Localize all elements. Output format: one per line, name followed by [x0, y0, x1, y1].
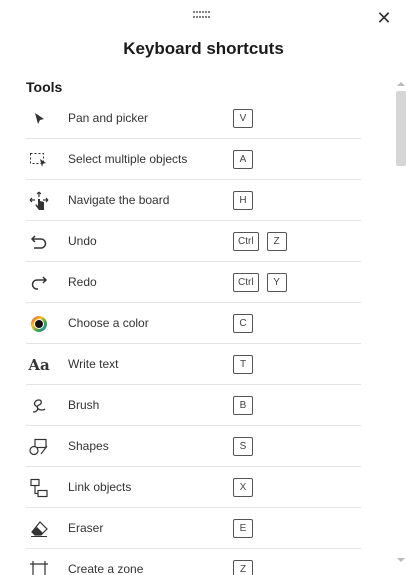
shortcut-label: Redo [68, 275, 97, 289]
shortcut-row: Undo Ctrl Z [26, 221, 361, 262]
dialog-title: Keyboard shortcuts [123, 39, 284, 58]
shortcut-label: Select multiple objects [68, 152, 188, 166]
shortcut-key: T [233, 355, 253, 374]
shortcut-key: B [233, 396, 253, 415]
shortcut-label: Write text [68, 357, 119, 371]
shortcut-row: Select multiple objects A [26, 139, 361, 180]
shortcut-key: C [233, 314, 253, 333]
link-objects-icon [28, 477, 50, 499]
scroll-thumb[interactable] [396, 91, 406, 166]
eraser-icon [28, 518, 50, 540]
undo-icon [28, 231, 50, 253]
pointer-icon [28, 108, 50, 130]
color-wheel-icon [28, 313, 50, 335]
shortcut-label: Choose a color [68, 316, 149, 330]
shortcut-label: Navigate the board [68, 193, 170, 207]
select-multiple-icon [28, 149, 50, 171]
shortcut-key: S [233, 437, 253, 456]
shortcut-key: Y [266, 273, 287, 292]
keyboard-shortcuts-dialog: ✕ Keyboard shortcuts Tools Pan and picke… [0, 0, 407, 575]
text-icon: Aa [28, 356, 50, 374]
shortcut-label: Undo [68, 234, 97, 248]
shortcut-key: Ctrl [233, 273, 259, 292]
shortcut-key: A [233, 150, 253, 169]
shortcut-key: H [233, 191, 253, 210]
brush-icon [28, 395, 50, 417]
redo-icon [28, 272, 50, 294]
shortcut-row: Create a zone Z [26, 549, 361, 575]
section-title: Tools [26, 79, 63, 95]
scroll-down-arrow-icon[interactable] [397, 558, 405, 562]
shortcut-row: Link objects X [26, 467, 361, 508]
shortcut-label: Shapes [68, 439, 109, 453]
shortcut-row: Eraser E [26, 508, 361, 549]
navigate-hand-icon [28, 190, 50, 212]
shortcut-label: Link objects [68, 480, 132, 494]
shortcut-key: Z [266, 232, 287, 251]
shortcut-list: Pan and picker V Select multiple objects… [26, 98, 361, 575]
shortcut-row: Navigate the board H [26, 180, 361, 221]
vertical-scrollbar[interactable] [393, 74, 407, 575]
close-icon[interactable]: ✕ [375, 10, 393, 28]
shortcut-key: X [233, 478, 253, 497]
shortcut-label: Create a zone [68, 562, 144, 575]
scroll-up-arrow-icon[interactable] [397, 82, 405, 86]
shortcuts-scroll-area[interactable]: Tools Pan and picker V Select multiple o… [0, 74, 392, 575]
shortcut-key: Ctrl [233, 232, 259, 251]
shortcut-key: Z [233, 560, 253, 575]
shapes-icon [28, 436, 50, 458]
shortcut-key: V [233, 109, 253, 128]
shortcut-row: Choose a color C [26, 303, 361, 344]
shortcut-row: Aa Write text T [26, 344, 361, 385]
shortcut-row: Pan and picker V [26, 98, 361, 139]
zone-icon [28, 559, 50, 575]
shortcut-label: Pan and picker [68, 111, 149, 125]
shortcut-row: Brush B [26, 385, 361, 426]
shortcut-row: Shapes S [26, 426, 361, 467]
shortcut-row: Redo Ctrl Y [26, 262, 361, 303]
shortcut-key: E [233, 519, 253, 538]
shortcut-label: Brush [68, 398, 100, 412]
drag-handle-icon[interactable] [193, 11, 211, 19]
shortcut-label: Eraser [68, 521, 104, 535]
